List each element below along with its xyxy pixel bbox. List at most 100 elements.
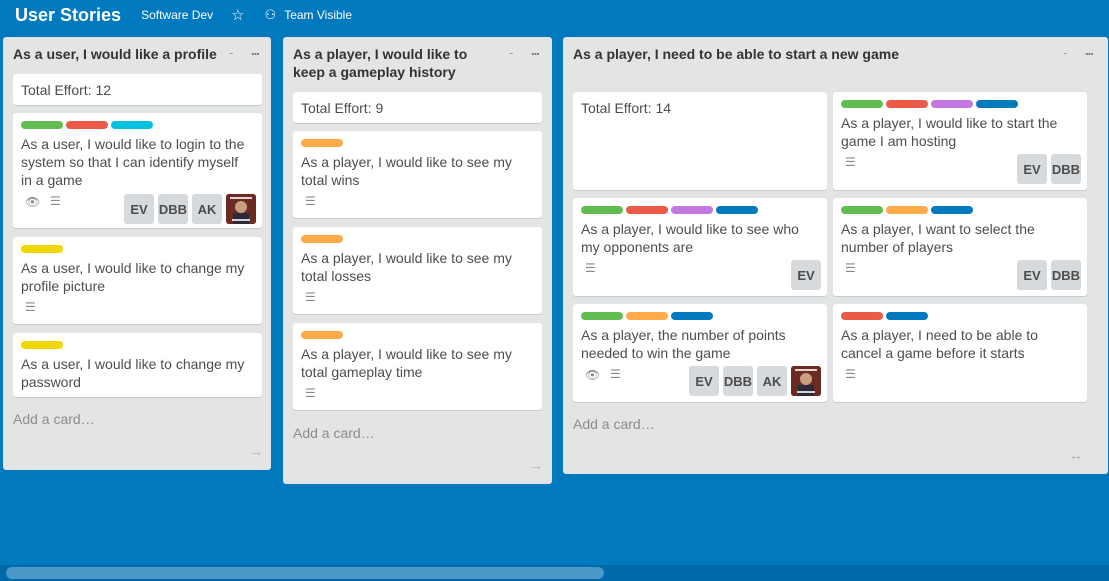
description-icon: ☰ (610, 367, 621, 381)
list-card[interactable]: As a user, I would like to login to the … (13, 113, 262, 228)
label-yellow (21, 245, 63, 253)
label-red (841, 312, 883, 320)
board-title[interactable]: User Stories (15, 5, 121, 26)
member-avatar[interactable]: DBB (1051, 260, 1081, 290)
card-members: EV DBB (1013, 154, 1081, 184)
member-avatar[interactable]: DBB (1051, 154, 1081, 184)
member-avatar[interactable]: EV (124, 194, 154, 224)
card-labels (301, 331, 346, 339)
label-purple (931, 100, 973, 108)
label-orange (886, 206, 928, 214)
eye-icon: 👁 (585, 368, 601, 382)
arrow-right-icon[interactable]: → (249, 443, 263, 459)
card-title: As a player, I would like to see my tota… (301, 250, 512, 284)
label-green (581, 312, 623, 320)
list-title[interactable]: As a user, I would like a profile (13, 45, 217, 63)
arrow-horizontal-icon[interactable]: ↔ (1069, 447, 1083, 463)
collapse-icon[interactable]: - (1063, 45, 1067, 60)
member-avatar[interactable]: EV (1017, 260, 1047, 290)
description-icon: ☰ (845, 155, 856, 169)
collapse-icon[interactable]: - (229, 45, 233, 60)
star-icon[interactable]: ☆ (231, 8, 244, 23)
list-user-profile: As a user, I would like a profile - ... … (3, 37, 271, 470)
member-avatar[interactable]: DBB (158, 194, 188, 224)
label-blue (671, 312, 713, 320)
card-title: As a player, I would like to see my tota… (301, 346, 512, 380)
effort-card[interactable]: Total Effort: 12 (13, 74, 262, 105)
avatar-photo-icon (791, 366, 821, 396)
member-avatar[interactable]: AK (192, 194, 222, 224)
card-labels (841, 100, 1021, 108)
label-green (21, 121, 63, 129)
description-icon: ☰ (25, 300, 36, 314)
member-photo-avatar[interactable] (791, 366, 821, 396)
list-menu-icon[interactable]: ... (1085, 43, 1094, 58)
card-title: As a player, I would like to see my tota… (301, 154, 512, 188)
list-menu-icon[interactable]: ... (251, 43, 260, 58)
member-photo-avatar[interactable] (226, 194, 256, 224)
arrow-right-icon[interactable]: → (529, 457, 543, 473)
list-card[interactable]: As a player, I would like to see who my … (573, 198, 827, 296)
member-avatar[interactable]: EV (791, 260, 821, 290)
label-orange (301, 139, 343, 147)
label-yellow (21, 341, 63, 349)
card-labels (301, 139, 346, 147)
label-red (886, 100, 928, 108)
label-orange (301, 331, 343, 339)
team-visibility-icon[interactable]: ⚇ (265, 7, 277, 23)
card-title: As a player, I would like to see who my … (581, 221, 799, 255)
label-green (841, 206, 883, 214)
description-icon: ☰ (845, 261, 856, 275)
label-cyan (111, 121, 153, 129)
eye-icon: 👁 (25, 195, 41, 209)
card-title: As a player, the number of points needed… (581, 327, 786, 361)
list-title[interactable]: As a player, I need to be able to start … (573, 45, 899, 63)
label-orange (301, 235, 343, 243)
card-title: As a player, I want to select the number… (841, 221, 1035, 255)
card-members: EV DBB AK (120, 194, 256, 224)
card-title: As a user, I would like to change my pas… (21, 356, 245, 390)
effort-card[interactable]: Total Effort: 9 (293, 92, 542, 123)
label-blue (976, 100, 1018, 108)
description-icon: ☰ (305, 386, 316, 400)
list-card[interactable]: As a player, I need to be able to cancel… (833, 304, 1087, 402)
label-blue (886, 312, 928, 320)
organization-link[interactable]: Software Dev (141, 8, 213, 22)
list-card[interactable]: As a player, the number of points needed… (573, 304, 827, 402)
description-icon: ☰ (50, 194, 61, 208)
label-red (66, 121, 108, 129)
list-card[interactable]: As a player, I would like to see my tota… (293, 227, 542, 314)
member-avatar[interactable]: EV (689, 366, 719, 396)
label-red (626, 206, 668, 214)
visibility-label[interactable]: Team Visible (284, 8, 352, 22)
list-card[interactable]: As a player, I would like to see my tota… (293, 131, 542, 218)
add-card-button[interactable]: Add a card… (13, 411, 95, 427)
add-card-button[interactable]: Add a card… (293, 425, 375, 441)
description-icon: ☰ (845, 367, 856, 381)
member-avatar[interactable]: DBB (723, 366, 753, 396)
list-card[interactable]: As a player, I would like to start the g… (833, 92, 1087, 190)
effort-text: Total Effort: 9 (301, 100, 384, 116)
card-title: As a user, I would like to change my pro… (21, 260, 245, 294)
collapse-icon[interactable]: - (509, 45, 513, 60)
list-card[interactable]: As a player, I want to select the number… (833, 198, 1087, 296)
list-card[interactable]: As a user, I would like to change my pro… (13, 237, 262, 324)
horizontal-scrollbar[interactable] (0, 565, 1109, 581)
card-title: As a user, I would like to login to the … (21, 136, 245, 188)
list-gameplay-history: As a player, I would like to keep a game… (283, 37, 552, 484)
list-card[interactable]: As a player, I would like to see my tota… (293, 323, 542, 410)
effort-card[interactable]: Total Effort: 14 (573, 92, 827, 190)
list-menu-icon[interactable]: ... (531, 43, 540, 58)
effort-text: Total Effort: 14 (581, 100, 672, 116)
card-members: EV DBB (1013, 260, 1081, 290)
member-avatar[interactable]: AK (757, 366, 787, 396)
card-labels (21, 341, 66, 349)
list-start-new-game: As a player, I need to be able to start … (563, 37, 1108, 474)
member-avatar[interactable]: EV (1017, 154, 1047, 184)
list-title[interactable]: As a player, I would like to keep a game… (293, 45, 467, 81)
add-card-button[interactable]: Add a card… (573, 416, 655, 432)
card-members: EV (787, 260, 821, 290)
description-icon: ☰ (305, 194, 316, 208)
list-card[interactable]: As a user, I would like to change my pas… (13, 333, 262, 397)
scrollbar-thumb[interactable] (6, 567, 604, 579)
